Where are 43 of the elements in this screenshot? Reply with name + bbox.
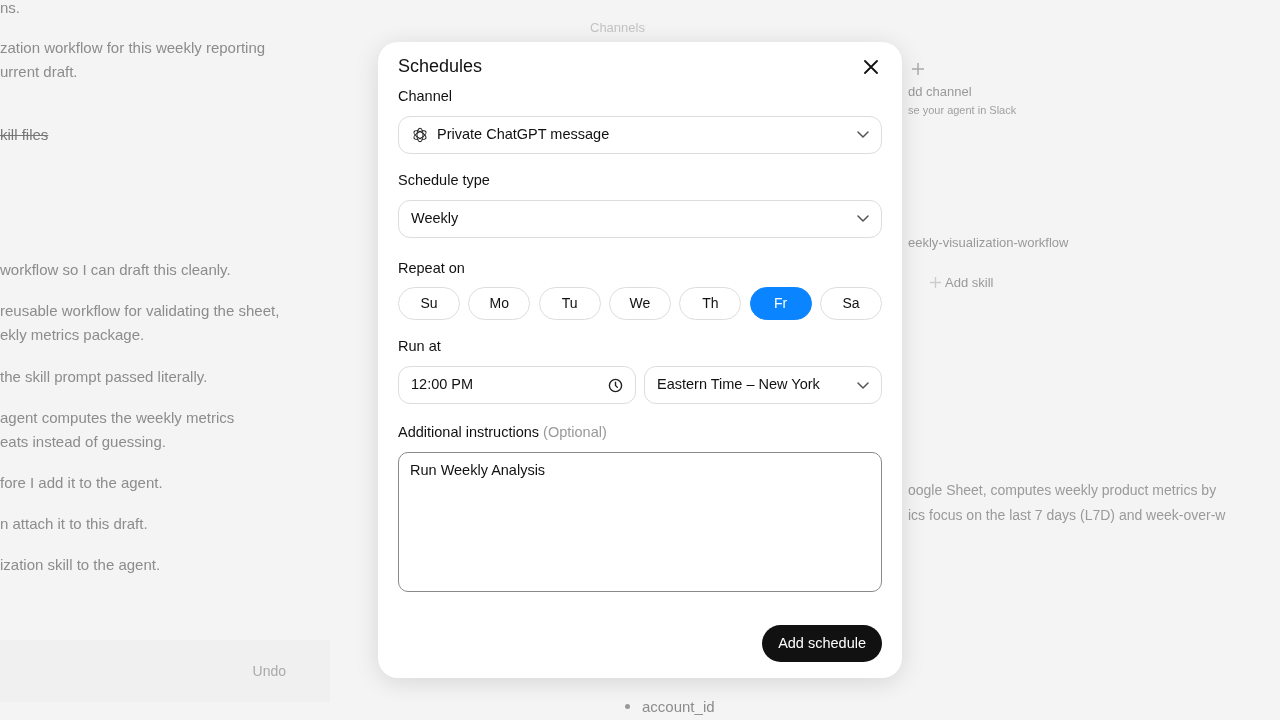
day-toggle[interactable]: Su	[398, 287, 460, 321]
day-toggle[interactable]: Th	[679, 287, 742, 321]
dialog-title: Schedules	[398, 56, 483, 78]
field-label: Repeat on	[398, 258, 466, 278]
chat-text: ns.	[0, 0, 21, 18]
field-label: Run at	[398, 337, 442, 357]
chat-text: zation workflow for this weekly reporting urrent draft.	[0, 38, 267, 82]
add-channel-subtitle: se your agent in Slack	[908, 102, 1018, 118]
channel-select[interactable]: Private ChatGPT message	[398, 115, 882, 154]
bullet-dot	[625, 704, 630, 710]
struck-text: kill files	[0, 125, 50, 145]
field-label: Channel	[398, 87, 453, 106]
add-channel-title: dd channel	[908, 83, 973, 101]
description-text: oogle Sheet, computes weekly product metrics by ics focus on the last 7 days (L7D) and week-over-w	[908, 481, 1227, 525]
field-label: Additional instructions (Optional)	[398, 423, 608, 442]
chevron-down-icon	[857, 381, 869, 389]
day-toggle[interactable]: Mo	[468, 287, 531, 321]
day-toggle[interactable]: Tu	[538, 287, 601, 321]
chat-text: the skill prompt passed literally.	[0, 367, 209, 387]
chevron-down-icon	[857, 131, 869, 139]
logo-icon	[411, 125, 429, 144]
chat-text: ization skill to the agent.	[0, 555, 162, 575]
chevron-down-icon	[857, 215, 869, 222]
skill-name: eekly-visualization-workflow	[908, 234, 1070, 252]
timezone-select[interactable]: Eastern Time – New York	[644, 366, 882, 404]
time-field[interactable]: 12:00 PM	[398, 366, 636, 404]
chat-text: fore I add it to the agent.	[0, 473, 164, 493]
day-toggle[interactable]: We	[609, 287, 671, 321]
chat-text: reusable workflow for validating the sheet, ekly metrics package.	[0, 301, 281, 345]
day-toggle[interactable]: Fr	[749, 287, 812, 321]
plus-icon	[930, 276, 941, 288]
instructions-field[interactable]: Run Weekly Analysis	[398, 451, 882, 592]
chat-text: agent computes the weekly metrics eats instead of guessing.	[0, 408, 236, 452]
close-icon	[864, 60, 878, 74]
bullet-text: account_id	[642, 696, 715, 717]
field-label: Schedule type	[398, 170, 491, 190]
day-toggle[interactable]: Sa	[819, 287, 882, 321]
schedule-type-select[interactable]: Weekly	[398, 199, 882, 238]
clock-icon	[608, 377, 623, 393]
add-schedule-button[interactable]: Add schedule	[762, 625, 882, 662]
plus-icon	[911, 62, 925, 76]
chat-text: n attach it to this draft.	[0, 514, 149, 534]
chat-text: workflow so I can draft this cleanly.	[0, 260, 232, 280]
